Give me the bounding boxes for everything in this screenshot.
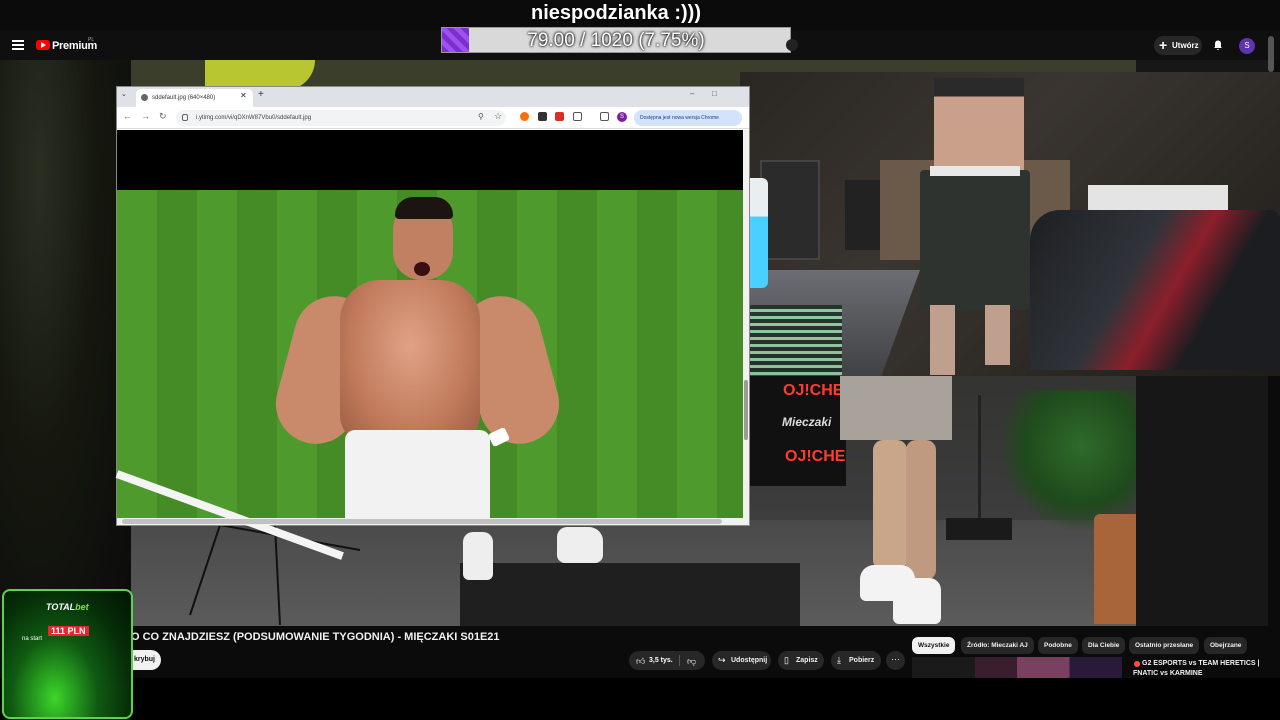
recommended-title[interactable]: G2 ESPORTS vs TEAM HERETICS | FNATIC vs …: [1133, 659, 1263, 679]
close-icon[interactable]: ✕: [240, 91, 247, 100]
promo-logo: TOTALbet: [46, 602, 89, 612]
region-label: PL: [88, 37, 95, 43]
person-leg: [873, 440, 907, 570]
horizontal-scroll-thumb[interactable]: [122, 519, 722, 524]
hamburger-menu-icon[interactable]: [12, 40, 24, 50]
shelf: [760, 160, 820, 260]
waistband: [930, 166, 1020, 176]
extension-icon[interactable]: [520, 112, 529, 121]
player-hair: [395, 197, 453, 219]
extensions-puzzle-icon[interactable]: [573, 112, 582, 121]
gaming-chair: [1030, 210, 1280, 370]
zoom-icon[interactable]: ⚲: [478, 112, 484, 121]
bookmark-icon: ▯: [784, 655, 789, 665]
vertical-scrollbar[interactable]: [743, 130, 749, 518]
browser-tab[interactable]: sddefault.jpg (640×480): [136, 89, 253, 107]
shelf: [845, 180, 880, 250]
favicon-icon: [141, 94, 148, 101]
promo-brand-2: bet: [75, 602, 89, 612]
tab-search-icon[interactable]: ⌄: [121, 90, 127, 98]
keyboard: [742, 305, 842, 375]
goal-title: niespodzianka :))): [530, 2, 701, 24]
maximize-icon[interactable]: □: [712, 89, 717, 98]
white-sneaker: [557, 527, 603, 563]
bell-icon[interactable]: [1213, 40, 1223, 51]
person-leg: [906, 440, 936, 580]
thumbs-up-icon[interactable]: 👍︎: [636, 656, 645, 667]
chip-source[interactable]: Źródło: Mieczaki AJ: [961, 637, 1034, 654]
player-torso: [340, 280, 480, 445]
goal-progress-bar: 79.00 / 1020 (7.75%): [441, 27, 791, 53]
vertical-scroll-thumb[interactable]: [744, 380, 748, 440]
person-shorts: [840, 376, 952, 440]
chip-all[interactable]: Wszystkie: [912, 637, 956, 654]
update-chrome-button[interactable]: Dostępna jest nowa wersja Chrome: [634, 110, 742, 126]
image-letterbox: [117, 130, 743, 190]
like-count[interactable]: 3,5 tys.: [649, 651, 673, 670]
white-sneaker: [893, 578, 941, 624]
plant-pot: [1094, 514, 1136, 624]
player-mouth: [414, 262, 430, 276]
promo-subtitle: na start: [22, 636, 43, 642]
address-bar[interactable]: i.ytimg.com/vi/qDXnW87Vbu0/sddefault.jpg: [176, 110, 506, 126]
streamer-shorts: [920, 170, 1030, 310]
streamer-leg: [985, 305, 1010, 365]
extension-icon[interactable]: [555, 112, 564, 121]
profile-avatar[interactable]: S: [617, 112, 627, 122]
goal-progress-text: 79.00 / 1020 (7.75%): [527, 30, 705, 51]
promo-brand-1: TOTAL: [46, 602, 76, 612]
banner-text: OJ!CHE: [783, 382, 844, 399]
site-info-icon[interactable]: [182, 114, 188, 121]
create-button[interactable]: Utwórz: [1154, 36, 1202, 55]
floor-lamp: [978, 395, 981, 525]
mic-icon[interactable]: [786, 39, 798, 51]
reading-list-icon[interactable]: [600, 112, 609, 121]
page-scrollbar[interactable]: [1268, 36, 1274, 72]
avatar[interactable]: S: [1239, 38, 1255, 54]
divider: [679, 655, 680, 666]
more-actions-icon[interactable]: ⋯: [886, 651, 905, 670]
promo-amount: 111 PLN: [48, 626, 89, 636]
forward-icon[interactable]: →: [141, 111, 150, 121]
streamer-leg: [930, 305, 955, 375]
banner-text: Mieczaki: [782, 415, 832, 429]
left-background: [0, 60, 131, 625]
banner-text: OJ!CHE: [785, 448, 846, 465]
chip-for-you[interactable]: Dla Ciebie: [1082, 637, 1126, 654]
video-title: O CO ZNAJDZIESZ (PODSUMOWANIE TYGODNIA) …: [131, 631, 500, 643]
reload-icon[interactable]: ↻: [159, 111, 167, 122]
chip-recently-uploaded[interactable]: Ostatnio przesłane: [1129, 637, 1200, 654]
new-tab-icon[interactable]: +: [258, 89, 264, 100]
bookmark-star-icon[interactable]: ☆: [494, 111, 502, 122]
extension-icon[interactable]: [538, 112, 547, 121]
tripod: [189, 525, 360, 625]
download-icon: ⤓: [837, 655, 841, 665]
white-sneaker: [463, 532, 493, 580]
chip-watched[interactable]: Obejrzane: [1204, 637, 1248, 654]
youtube-logo-icon[interactable]: [36, 40, 50, 50]
recommended-thumbnail[interactable]: [912, 657, 1122, 678]
bottom-bar: [0, 678, 1280, 720]
subscribe-button[interactable]: krybuj: [131, 650, 161, 670]
share-icon: ↪: [718, 655, 726, 665]
thumbs-down-icon[interactable]: 👎︎: [687, 656, 696, 667]
plant: [1000, 390, 1136, 530]
chip-similar[interactable]: Podobne: [1038, 637, 1078, 654]
streamer-torso: [934, 78, 1024, 170]
minimize-icon[interactable]: –: [690, 89, 694, 98]
floor-mat: [460, 563, 800, 626]
back-icon[interactable]: ←: [123, 111, 132, 121]
player-shorts: [345, 430, 490, 520]
